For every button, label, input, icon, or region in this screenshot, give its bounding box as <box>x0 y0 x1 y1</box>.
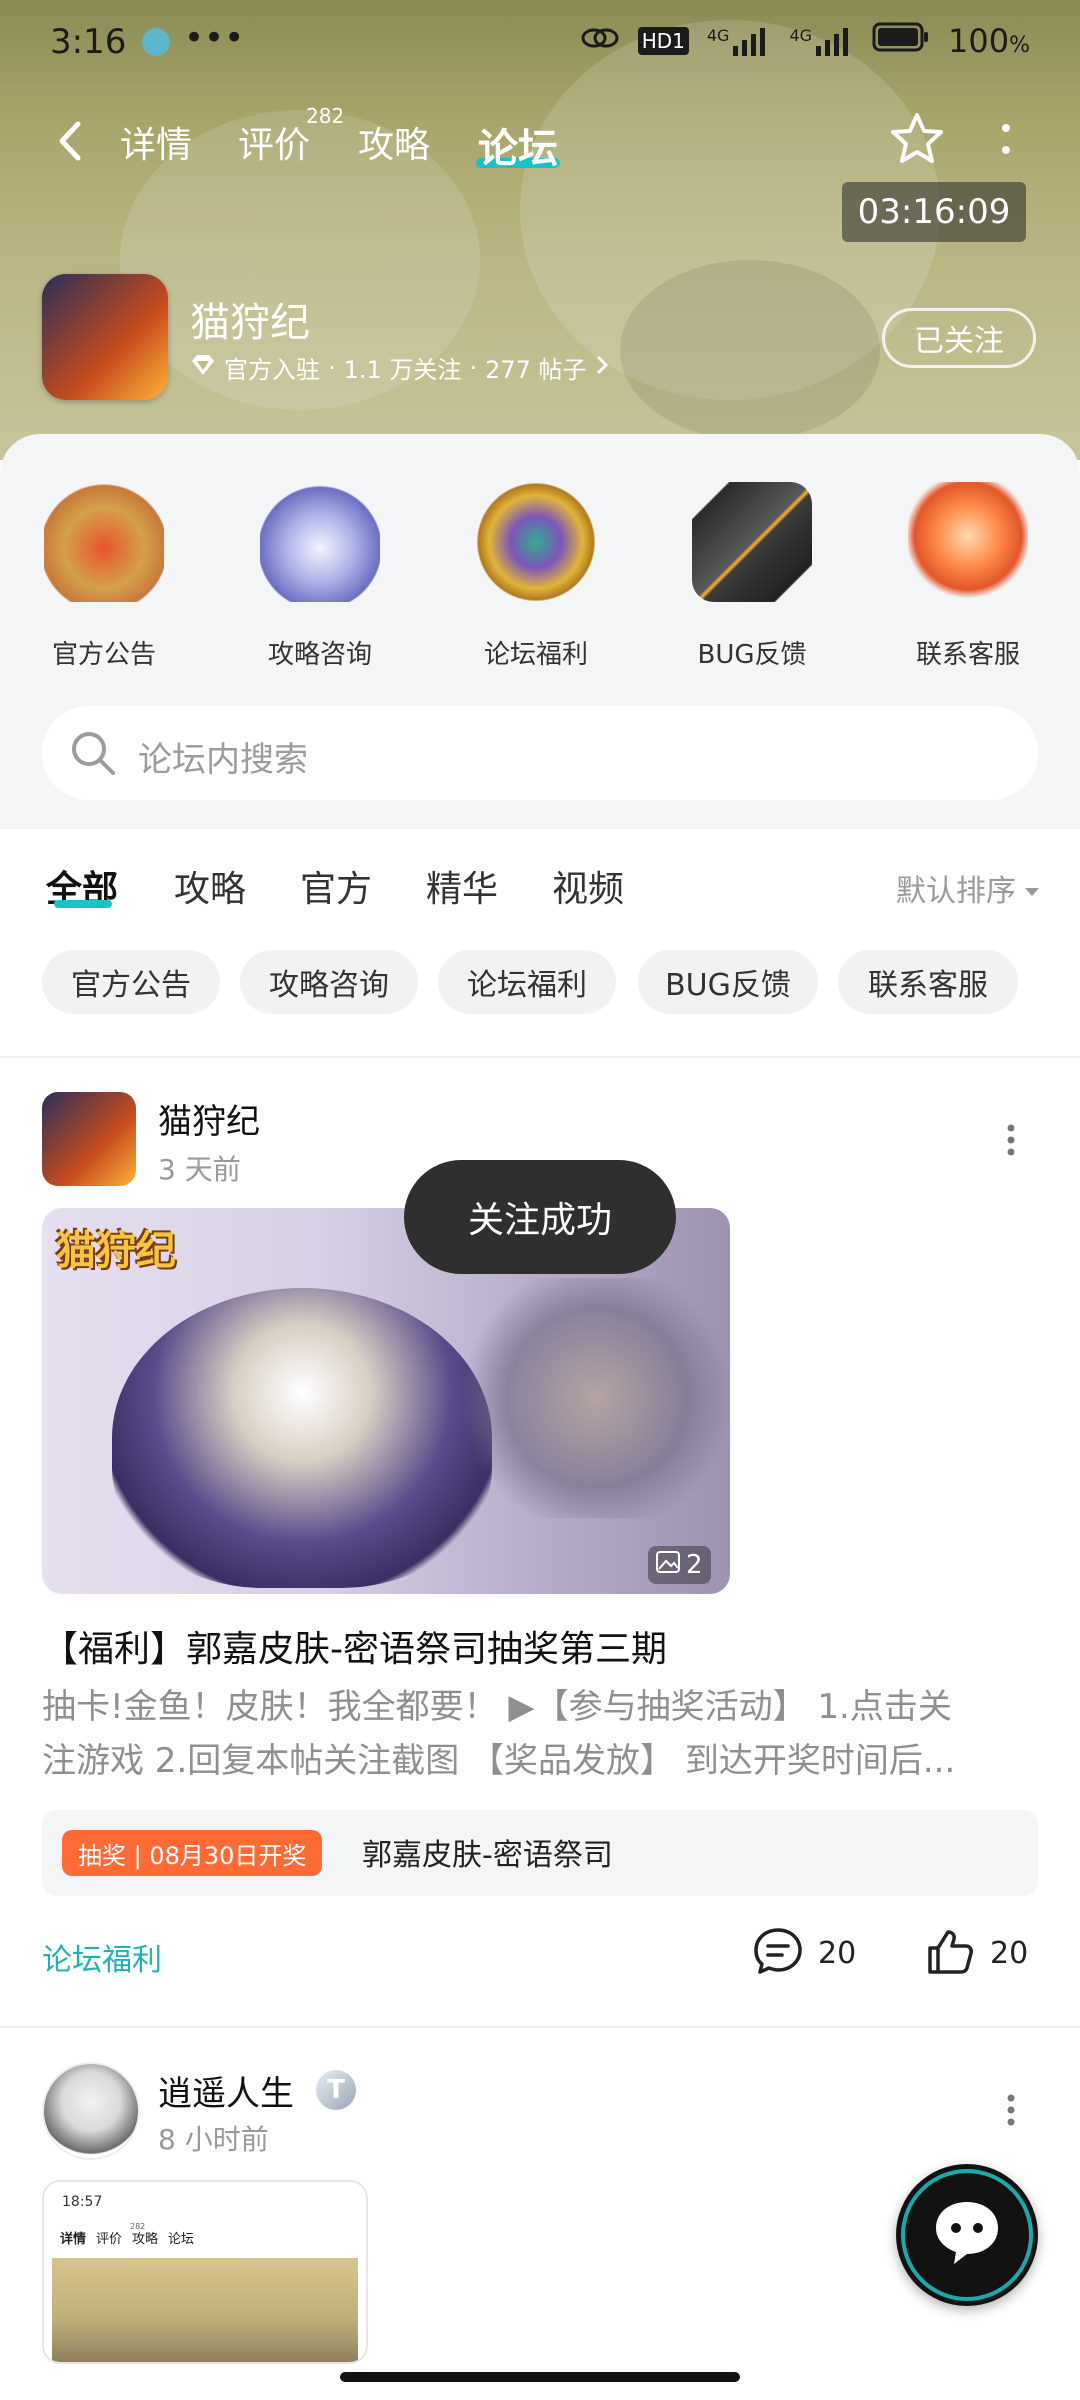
status-bar: 3:16 ••• HD1 4G 4G 100% <box>50 18 1030 72</box>
search-placeholder: 论坛内搜索 <box>138 740 308 780</box>
app-name: 猫狩纪 <box>190 300 310 346</box>
signal-icon-2: 4G <box>789 26 854 56</box>
category-customer-service[interactable]: 联系客服 <box>878 482 1058 671</box>
battery-percent: 100% <box>948 22 1030 60</box>
lottery-tag: 抽奖 | 08月30日开奖 <box>62 1830 323 1876</box>
image-count-badge: 2 <box>648 1546 711 1584</box>
tab-details[interactable]: 详情 <box>120 116 192 168</box>
comment-count: 20 <box>818 1935 857 1971</box>
signal-icon-1: 4G <box>707 26 772 56</box>
koi-icon <box>908 482 1028 602</box>
post-author-name[interactable]: 猫狩纪 <box>158 1094 260 1143</box>
reviews-count-badge: 282 <box>306 104 345 128</box>
category-guide-consult[interactable]: 攻略咨询 <box>230 482 410 671</box>
post-thumbnail-screenshot[interactable]: 18:57 详情 评价 攻略 论坛 282 <box>42 2180 368 2364</box>
more-vertical-icon[interactable] <box>996 120 1016 164</box>
session-timer: 03:16:09 <box>842 182 1026 242</box>
tab-reviews[interactable]: 评价 <box>238 116 310 168</box>
divider <box>0 2026 1080 2028</box>
filter-tab-official[interactable]: 官方 <box>300 860 372 912</box>
status-right-icons: HD1 4G 4G 100% <box>580 22 1030 60</box>
hd-badge: HD1 <box>637 27 689 55</box>
character-art-background <box>462 1278 730 1518</box>
comment-icon <box>752 1926 804 1980</box>
chevron-right-icon <box>595 354 609 382</box>
app-meta[interactable]: 官方入驻 · 1.1 万关注 · 277 帖子 <box>190 350 609 385</box>
thumb-clock: 18:57 <box>62 2194 103 2210</box>
category-bug-report[interactable]: BUG反馈 <box>662 482 842 671</box>
follower-count: 1.1 万关注 <box>343 356 462 384</box>
post-title[interactable]: 【福利】郭嘉皮肤-密语祭司抽奖第三期 <box>42 1620 667 1672</box>
thumb-banner <box>52 2258 358 2362</box>
app-status-icon <box>142 28 170 56</box>
lottery-card[interactable]: 抽奖 | 08月30日开奖 郭嘉皮肤-密语祭司 <box>42 1810 1038 1896</box>
top-nav: 详情 评价 282 攻略 论坛 <box>0 104 1080 180</box>
divider <box>0 1056 1080 1058</box>
clock: 3:16 <box>50 22 127 62</box>
seal-icon <box>44 482 164 602</box>
link-icon <box>580 22 620 60</box>
forum-category-link[interactable]: 论坛福利 <box>42 1935 162 1979</box>
image-icon <box>656 1550 680 1580</box>
like-count: 20 <box>990 1935 1029 1971</box>
post-author-avatar[interactable] <box>42 2062 140 2160</box>
category-forum-benefits[interactable]: 论坛福利 <box>446 482 626 671</box>
comment-button[interactable]: 20 <box>752 1926 856 1980</box>
user-level-badge: T <box>316 2070 356 2110</box>
game-logo: 猫狩纪 <box>56 1228 176 1274</box>
lottery-prize: 郭嘉皮肤-密语祭司 <box>362 1838 613 1873</box>
active-filter-indicator <box>54 900 112 908</box>
paw-icon <box>260 482 380 602</box>
post-excerpt[interactable]: 抽卡!金鱼！皮肤！我全都要！ ▶【参与抽奖活动】 1.点击关 注游戏 2.回复本… <box>42 1680 1038 1788</box>
chip-official-announcement[interactable]: 官方公告 <box>42 950 220 1014</box>
chip-customer-service[interactable]: 联系客服 <box>838 950 1018 1014</box>
character-art <box>112 1288 492 1588</box>
forum-search-input[interactable]: 论坛内搜索 <box>42 706 1038 800</box>
filter-tab-featured[interactable]: 精华 <box>426 860 498 912</box>
dropdown-triangle-icon <box>1024 871 1040 906</box>
like-button[interactable]: 20 <box>924 1926 1028 1980</box>
post-time: 8 小时前 <box>158 2123 269 2156</box>
category-official-announcement[interactable]: 官方公告 <box>14 482 194 671</box>
sort-dropdown[interactable]: 默认排序 <box>896 866 1040 910</box>
toast-followed: 关注成功 <box>404 1160 676 1274</box>
filter-tab-guides[interactable]: 攻略 <box>174 860 246 912</box>
home-indicator[interactable] <box>340 2372 740 2382</box>
search-icon <box>68 728 118 782</box>
official-label: 官方入驻 <box>224 356 320 384</box>
post-time: 3 天前 <box>158 1153 241 1186</box>
forum-categories-panel: 官方公告 攻略咨询 论坛福利 BUG反馈 联系客服 论坛内搜索 <box>0 434 1080 829</box>
followed-button[interactable]: 已关注 <box>882 308 1036 368</box>
post-author-name[interactable]: 逍遥人生 <box>158 2066 294 2115</box>
tab-forum[interactable]: 论坛 <box>478 116 558 174</box>
filter-section: 全部 攻略 官方 精华 视频 默认排序 官方公告 攻略咨询 论坛福利 BUG反馈… <box>0 830 1080 1060</box>
chip-guide-consult[interactable]: 攻略咨询 <box>240 950 418 1014</box>
crystal-icon <box>692 482 812 602</box>
chip-forum-benefits[interactable]: 论坛福利 <box>438 950 616 1014</box>
star-favorite-icon[interactable] <box>888 110 946 172</box>
battery-icon <box>872 22 930 60</box>
filter-tab-video[interactable]: 视频 <box>552 860 624 912</box>
tab-guides[interactable]: 攻略 <box>358 116 430 168</box>
thumb-tabs: 详情 评价 攻略 论坛 <box>60 2232 195 2247</box>
back-arrow-icon[interactable] <box>50 116 90 166</box>
medal-icon <box>476 482 596 602</box>
chip-bug-report[interactable]: BUG反馈 <box>638 950 818 1014</box>
thumbs-up-icon <box>924 1926 976 1980</box>
sort-label: 默认排序 <box>896 874 1016 909</box>
post-more-icon[interactable] <box>1002 1122 1020 1162</box>
post-more-icon[interactable] <box>1002 2092 1020 2132</box>
post-author-avatar[interactable] <box>42 1092 136 1186</box>
diamond-official-icon <box>190 354 216 382</box>
post-count: 277 帖子 <box>485 356 587 384</box>
chat-assistant-fab[interactable] <box>896 2164 1038 2306</box>
more-status-dots: ••• <box>184 18 245 58</box>
app-icon <box>42 274 168 400</box>
